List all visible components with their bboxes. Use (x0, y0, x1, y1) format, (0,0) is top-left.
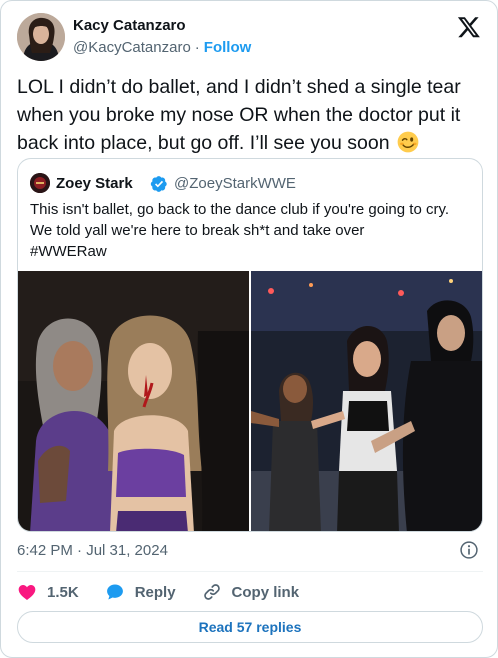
quoted-text-line: This isn't ballet, go back to the dance … (30, 201, 450, 218)
author-avatar-image (17, 13, 65, 61)
quoted-author-handle[interactable]: @ZoeyStarkWWE (174, 175, 296, 193)
tweet-body: LOL I didn’t do ballet, and I didn’t she… (17, 76, 461, 154)
photo-wrestlers-backstage (18, 271, 249, 531)
heart-icon (18, 585, 36, 600)
author-name[interactable]: Kacy Catanzaro (73, 17, 186, 35)
info-icon[interactable] (459, 540, 479, 560)
photo-wrestlers-entrance (251, 271, 482, 531)
embedded-tweet-card: Kacy Catanzaro @KacyCatanzaro · Follow LOL… (0, 0, 498, 658)
author-handle-line: @KacyCatanzaro · Follow (73, 39, 251, 57)
tweet-actions: 1.5K Reply Copy link (17, 580, 325, 604)
read-replies-button[interactable]: Read 57 replies (17, 611, 483, 643)
tweet-timestamp[interactable]: 6:42 PM · Jul 31, 2024 (17, 542, 168, 560)
like-button[interactable]: 1.5K (17, 582, 79, 602)
tweet-text: LOL I didn’t do ballet, and I didn’t she… (17, 73, 485, 157)
copy-link-button[interactable]: Copy link (202, 582, 300, 602)
reply-label: Reply (134, 583, 176, 601)
quoted-media-grid (18, 271, 482, 531)
quoted-author-name[interactable]: Zoey Stark (56, 175, 133, 193)
quoted-author-avatar[interactable] (30, 173, 50, 193)
quoted-avatar-image (30, 173, 50, 193)
winking-face-icon (397, 131, 419, 153)
link-icon (203, 584, 220, 600)
follow-button[interactable]: Follow (204, 39, 252, 56)
reply-bubble-icon (106, 584, 123, 600)
divider (17, 571, 483, 572)
quoted-tweet-text: This isn't ballet, go back to the dance … (30, 199, 470, 262)
like-count: 1.5K (47, 583, 79, 601)
quoted-tweet[interactable]: Zoey Stark @ZoeyStarkWWE This isn't ball… (17, 158, 483, 532)
verified-badge-icon (150, 176, 167, 192)
x-logo-icon[interactable] (457, 15, 481, 39)
quoted-text-line: We told yall we're here to break sh*t an… (30, 222, 365, 239)
separator-dot: · (194, 39, 200, 56)
media-photo-2[interactable] (251, 271, 482, 531)
quoted-hashtag[interactable]: #WWERaw (30, 241, 470, 262)
author-avatar[interactable] (17, 13, 65, 61)
media-photo-1[interactable] (18, 271, 249, 531)
author-handle[interactable]: @KacyCatanzaro (73, 39, 191, 56)
reply-button[interactable]: Reply (105, 582, 176, 602)
copy-link-label: Copy link (231, 583, 300, 601)
